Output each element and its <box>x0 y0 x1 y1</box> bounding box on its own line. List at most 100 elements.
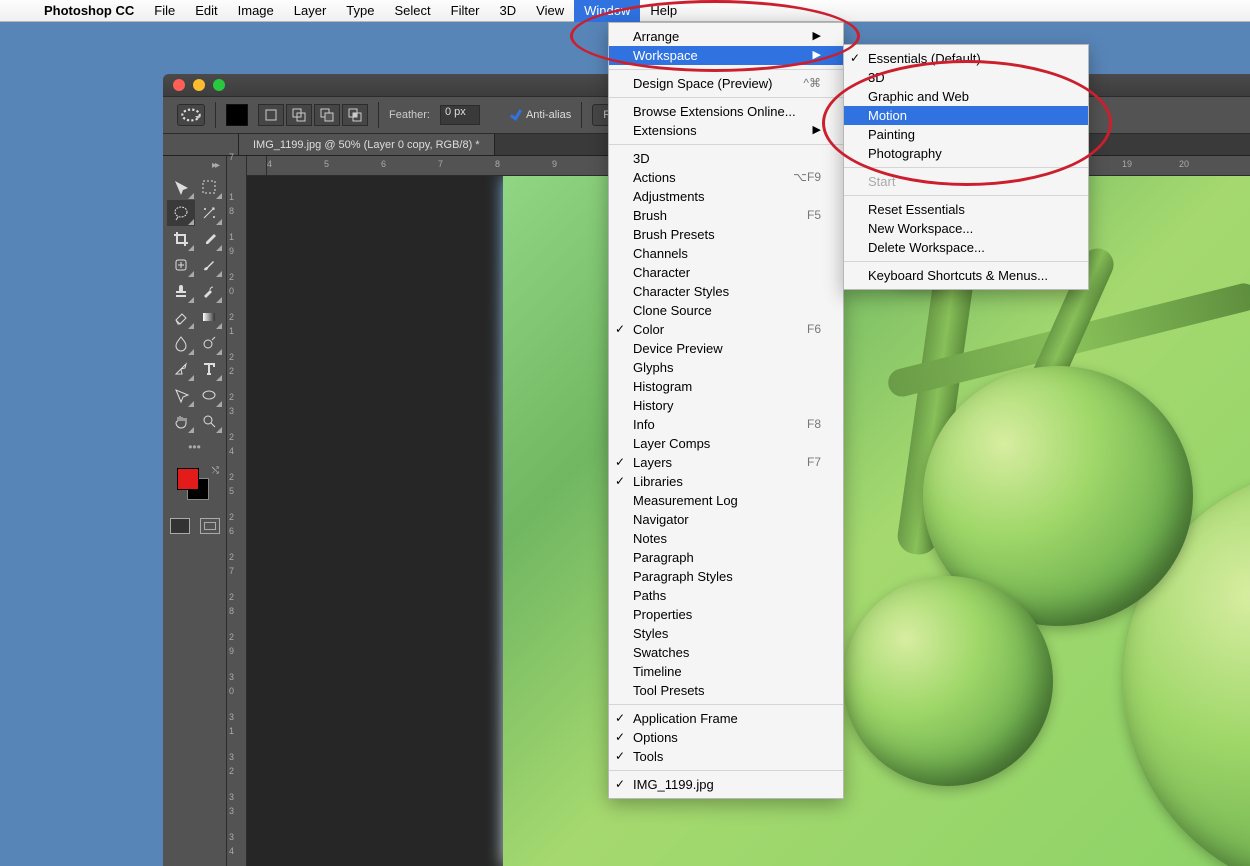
tool-marquee-icon[interactable] <box>195 174 223 200</box>
menu-item-measurement-log[interactable]: Measurement Log <box>609 491 843 510</box>
menu-item-delete-workspace-[interactable]: Delete Workspace... <box>844 238 1088 257</box>
tool-preset-dropdown[interactable] <box>177 104 205 126</box>
menu-item-navigator[interactable]: Navigator <box>609 510 843 529</box>
tool-stamp-icon[interactable] <box>167 278 195 304</box>
menu-item-libraries[interactable]: ✓Libraries <box>609 472 843 491</box>
menu-item-arrange[interactable]: Arrange▶ <box>609 27 843 46</box>
tool-zoom-icon[interactable] <box>195 408 223 434</box>
menu-item-histogram[interactable]: Histogram <box>609 377 843 396</box>
tool-brush-icon[interactable] <box>195 252 223 278</box>
menu-item-design-space-preview-[interactable]: Design Space (Preview)^⌘ <box>609 74 843 93</box>
tool-dodge-icon[interactable] <box>195 330 223 356</box>
menu-item-layers[interactable]: ✓LayersF7 <box>609 453 843 472</box>
menu-item-history[interactable]: History <box>609 396 843 415</box>
swap-colors-icon[interactable]: ⤭ <box>212 465 219 476</box>
tool-shape-icon[interactable] <box>195 382 223 408</box>
menubar-item-filter[interactable]: Filter <box>441 0 490 22</box>
menu-item-channels[interactable]: Channels <box>609 244 843 263</box>
tool-path-select-icon[interactable] <box>167 382 195 408</box>
color-swatches[interactable]: ⤭ <box>177 468 213 504</box>
quickmask-icon[interactable] <box>170 518 190 534</box>
menu-item-character[interactable]: Character <box>609 263 843 282</box>
menu-item-clone-source[interactable]: Clone Source <box>609 301 843 320</box>
menu-item-notes[interactable]: Notes <box>609 529 843 548</box>
tool-move-icon[interactable] <box>167 174 195 200</box>
menu-item-color[interactable]: ✓ColorF6 <box>609 320 843 339</box>
sel-add-icon[interactable] <box>286 104 312 126</box>
menu-item-browse-extensions-online-[interactable]: Browse Extensions Online... <box>609 102 843 121</box>
sel-intersect-icon[interactable] <box>342 104 368 126</box>
menubar-item-type[interactable]: Type <box>336 0 384 22</box>
menu-item-paragraph-styles[interactable]: Paragraph Styles <box>609 567 843 586</box>
selection-fill-swatch[interactable] <box>226 104 248 126</box>
tool-wand-icon[interactable] <box>195 200 223 226</box>
menu-item-info[interactable]: InfoF8 <box>609 415 843 434</box>
menu-item-properties[interactable]: Properties <box>609 605 843 624</box>
tool-pen-icon[interactable] <box>167 356 195 382</box>
menubar-item-select[interactable]: Select <box>384 0 440 22</box>
menu-item-adjustments[interactable]: Adjustments <box>609 187 843 206</box>
ruler-vertical[interactable]: 71819202122232425262728293031323334 <box>227 156 247 866</box>
foreground-color-swatch[interactable] <box>177 468 199 490</box>
menu-item-img-1199-jpg[interactable]: ✓IMG_1199.jpg <box>609 775 843 794</box>
sel-subtract-icon[interactable] <box>314 104 340 126</box>
tool-hand-icon[interactable] <box>167 408 195 434</box>
tool-gradient-icon[interactable] <box>195 304 223 330</box>
menu-item-actions[interactable]: Actions⌥F9 <box>609 168 843 187</box>
menubar-item-image[interactable]: Image <box>228 0 284 22</box>
menu-item-extensions[interactable]: Extensions▶ <box>609 121 843 140</box>
traffic-close-icon[interactable] <box>173 79 185 91</box>
panel-collapse-icon[interactable]: ▸▸ <box>167 160 222 174</box>
menu-item-swatches[interactable]: Swatches <box>609 643 843 662</box>
menu-item-layer-comps[interactable]: Layer Comps <box>609 434 843 453</box>
menu-item-application-frame[interactable]: ✓Application Frame <box>609 709 843 728</box>
menu-item-paragraph[interactable]: Paragraph <box>609 548 843 567</box>
menu-item-graphic-and-web[interactable]: Graphic and Web <box>844 87 1088 106</box>
traffic-zoom-icon[interactable] <box>213 79 225 91</box>
menu-item-brush-presets[interactable]: Brush Presets <box>609 225 843 244</box>
tool-history-brush-icon[interactable] <box>195 278 223 304</box>
menubar-item-window[interactable]: Window <box>574 0 640 22</box>
menu-item-painting[interactable]: Painting <box>844 125 1088 144</box>
tool-type-icon[interactable] <box>195 356 223 382</box>
menu-item-motion[interactable]: Motion <box>844 106 1088 125</box>
screenmode-icon[interactable] <box>200 518 220 534</box>
menu-item-character-styles[interactable]: Character Styles <box>609 282 843 301</box>
menu-item-reset-essentials[interactable]: Reset Essentials <box>844 200 1088 219</box>
antialias-checkbox[interactable]: Anti-alias <box>510 109 571 121</box>
menu-item-device-preview[interactable]: Device Preview <box>609 339 843 358</box>
feather-input[interactable]: 0 px <box>440 105 480 125</box>
menubar-item-edit[interactable]: Edit <box>185 0 227 22</box>
menu-item-new-workspace-[interactable]: New Workspace... <box>844 219 1088 238</box>
menu-item-3d[interactable]: 3D <box>844 68 1088 87</box>
menubar-item-layer[interactable]: Layer <box>284 0 337 22</box>
menu-item-options[interactable]: ✓Options <box>609 728 843 747</box>
traffic-minimize-icon[interactable] <box>193 79 205 91</box>
tool-healing-icon[interactable] <box>167 252 195 278</box>
menu-item-photography[interactable]: Photography <box>844 144 1088 163</box>
menu-item-3d[interactable]: 3D <box>609 149 843 168</box>
edit-toolbar-button[interactable]: ••• <box>167 440 222 454</box>
menubar-item-view[interactable]: View <box>526 0 574 22</box>
tool-eyedropper-icon[interactable] <box>195 226 223 252</box>
menu-item-glyphs[interactable]: Glyphs <box>609 358 843 377</box>
menu-item-paths[interactable]: Paths <box>609 586 843 605</box>
menu-item-brush[interactable]: BrushF5 <box>609 206 843 225</box>
menu-item-styles[interactable]: Styles <box>609 624 843 643</box>
menu-item-workspace[interactable]: Workspace▶ <box>609 46 843 65</box>
menu-item-essentials-default-[interactable]: ✓Essentials (Default) <box>844 49 1088 68</box>
tool-eraser-icon[interactable] <box>167 304 195 330</box>
menu-item-tools[interactable]: ✓Tools <box>609 747 843 766</box>
menubar-item-3d[interactable]: 3D <box>490 0 527 22</box>
menu-item-timeline[interactable]: Timeline <box>609 662 843 681</box>
tool-lasso-icon[interactable] <box>167 200 195 226</box>
tool-crop-icon[interactable] <box>167 226 195 252</box>
tool-blur-icon[interactable] <box>167 330 195 356</box>
document-tab[interactable]: IMG_1199.jpg @ 50% (Layer 0 copy, RGB/8)… <box>239 134 495 155</box>
sel-new-icon[interactable] <box>258 104 284 126</box>
menubar-item-help[interactable]: Help <box>640 0 687 22</box>
menu-item-keyboard-shortcuts-menus-[interactable]: Keyboard Shortcuts & Menus... <box>844 266 1088 285</box>
menu-item-tool-presets[interactable]: Tool Presets <box>609 681 843 700</box>
app-name[interactable]: Photoshop CC <box>34 3 144 18</box>
menubar-item-file[interactable]: File <box>144 0 185 22</box>
